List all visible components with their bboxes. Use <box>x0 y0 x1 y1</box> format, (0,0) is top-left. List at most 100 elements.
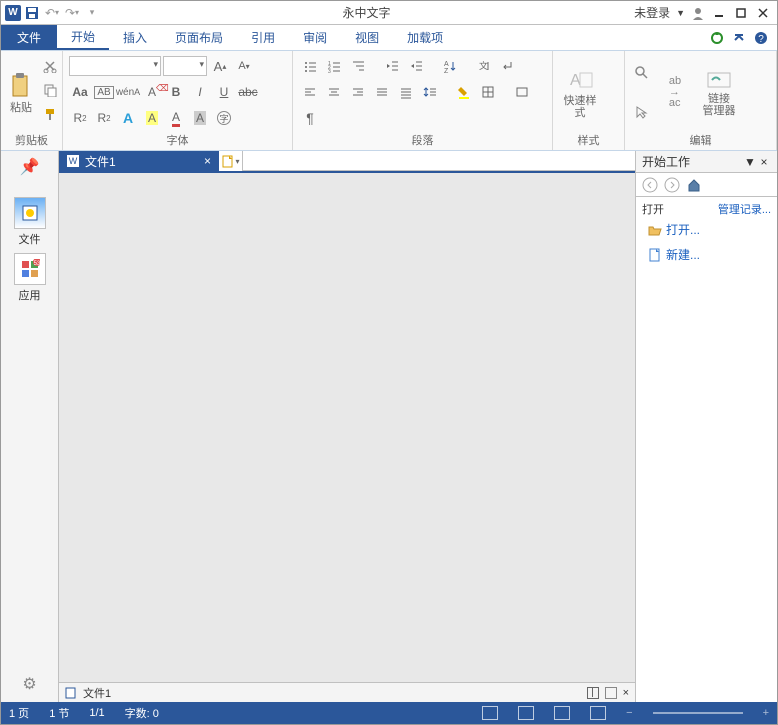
status-page[interactable]: 1 页 <box>9 705 29 721</box>
app-icon[interactable]: W <box>5 5 21 21</box>
font-color-button[interactable]: A <box>165 107 187 129</box>
numbering-button[interactable]: 123 <box>323 55 345 77</box>
new-file-link[interactable]: 新建... <box>642 242 771 267</box>
align-right-button[interactable] <box>347 81 369 103</box>
bottom-doc-label[interactable]: 文件1 <box>83 685 111 701</box>
file-menu[interactable]: 文件 <box>1 25 57 50</box>
find-button[interactable] <box>631 62 653 84</box>
undo-button[interactable]: ↶▾ <box>43 4 61 22</box>
status-pagepos[interactable]: 1/1 <box>89 707 104 719</box>
line-spacing-button[interactable] <box>419 81 441 103</box>
clear-format-button[interactable]: A⌫ <box>141 81 163 103</box>
taskpane-dropdown-icon[interactable]: ▼ <box>743 155 757 169</box>
show-marks-button[interactable]: ¶ <box>299 107 321 129</box>
settings-icon[interactable]: ⚙ <box>22 674 36 694</box>
login-dropdown-icon[interactable]: ▼ <box>676 8 685 18</box>
cut-button[interactable] <box>39 55 61 77</box>
nav-back-icon[interactable] <box>642 177 658 193</box>
change-case-button[interactable]: Aa <box>69 81 91 103</box>
subscript-button[interactable]: R2 <box>69 107 91 129</box>
quick-styles-button[interactable]: A 快速样式 <box>559 55 601 130</box>
help-icon[interactable]: ? <box>753 30 769 46</box>
tabs-button[interactable] <box>511 81 533 103</box>
qat-customize[interactable]: ▾ <box>83 4 101 22</box>
nav-forward-icon[interactable] <box>664 177 680 193</box>
close-tab-icon[interactable]: × <box>204 154 211 168</box>
font-size-combo[interactable] <box>163 56 207 76</box>
line-break-button[interactable] <box>497 55 519 77</box>
char-shading-button[interactable]: A <box>189 107 211 129</box>
view-read-icon[interactable] <box>518 706 534 720</box>
nav-home-icon[interactable] <box>686 177 702 193</box>
phonetic-guide-button[interactable]: wénA <box>117 81 139 103</box>
highlight-button[interactable]: A <box>141 107 163 129</box>
replace-button[interactable]: ab→ac <box>657 55 693 130</box>
tab-view[interactable]: 视图 <box>341 25 393 50</box>
zoom-in-icon[interactable]: + <box>763 707 769 719</box>
text-direction-button[interactable]: 文 <box>473 55 495 77</box>
document-tab-active[interactable]: W 文件1 × <box>59 151 219 171</box>
strikethrough-button[interactable]: abc <box>237 81 259 103</box>
view-web-icon[interactable] <box>554 706 570 720</box>
address-bar[interactable] <box>243 151 635 171</box>
redo-button[interactable]: ↷▾ <box>63 4 81 22</box>
paste-button[interactable]: 粘贴 <box>7 55 35 130</box>
login-status[interactable]: 未登录 <box>634 4 670 21</box>
window-close-icon[interactable]: × <box>623 687 629 699</box>
save-button[interactable] <box>23 4 41 22</box>
align-distributed-button[interactable] <box>395 81 417 103</box>
zoom-slider[interactable] <box>653 712 743 714</box>
tab-home[interactable]: 开始 <box>57 25 109 50</box>
view-print-layout-icon[interactable] <box>482 706 498 720</box>
pin-icon[interactable]: 📌 <box>20 157 40 177</box>
superscript-button[interactable]: R2 <box>93 107 115 129</box>
manage-records-link[interactable]: 管理记录... <box>718 201 771 217</box>
tab-insert[interactable]: 插入 <box>109 25 161 50</box>
user-icon[interactable] <box>691 6 705 20</box>
taskpane-close-icon[interactable]: × <box>757 155 771 169</box>
new-document-button[interactable]: ▾ <box>219 151 243 171</box>
zoom-out-icon[interactable]: − <box>626 707 632 719</box>
format-painter-button[interactable] <box>39 103 61 125</box>
underline-button[interactable]: U <box>213 81 235 103</box>
window-max-icon[interactable] <box>605 687 617 699</box>
multilevel-list-button[interactable] <box>347 55 369 77</box>
align-center-button[interactable] <box>323 81 345 103</box>
align-justify-button[interactable] <box>371 81 393 103</box>
tab-review[interactable]: 审阅 <box>289 25 341 50</box>
status-section[interactable]: 1 节 <box>49 705 69 721</box>
increase-indent-button[interactable] <box>405 55 427 77</box>
italic-button[interactable]: I <box>189 81 211 103</box>
shrink-font-button[interactable]: A▾ <box>233 55 255 77</box>
maximize-button[interactable] <box>733 5 749 21</box>
window-split-icon[interactable] <box>587 687 599 699</box>
sidebar-item-apps[interactable]: 53 应用 <box>14 253 46 303</box>
sync-icon[interactable] <box>709 30 725 46</box>
font-family-combo[interactable] <box>69 56 161 76</box>
copy-button[interactable] <box>39 79 61 101</box>
open-file-link[interactable]: 打开... <box>642 217 771 242</box>
text-effects-button[interactable]: A <box>117 107 139 129</box>
tab-layout[interactable]: 页面布局 <box>161 25 237 50</box>
close-button[interactable] <box>755 5 771 21</box>
shading-button[interactable] <box>453 81 475 103</box>
borders-button[interactable] <box>477 81 499 103</box>
char-border-button[interactable]: AB <box>93 81 115 103</box>
document-canvas[interactable] <box>59 173 635 682</box>
sort-button[interactable]: AZ <box>439 55 461 77</box>
decrease-indent-button[interactable] <box>381 55 403 77</box>
align-left-button[interactable] <box>299 81 321 103</box>
bullets-button[interactable] <box>299 55 321 77</box>
collapse-ribbon-icon[interactable] <box>731 30 747 46</box>
select-button[interactable] <box>631 101 653 123</box>
status-words[interactable]: 字数: 0 <box>125 705 159 721</box>
tab-references[interactable]: 引用 <box>237 25 289 50</box>
svg-text:文: 文 <box>479 60 488 71</box>
minimize-button[interactable] <box>711 5 727 21</box>
link-manager-button[interactable]: 链接 管理器 <box>697 55 741 130</box>
grow-font-button[interactable]: A▴ <box>209 55 231 77</box>
sidebar-item-files[interactable]: 文件 <box>14 197 46 247</box>
enclose-char-button[interactable]: 字 <box>213 107 235 129</box>
view-outline-icon[interactable] <box>590 706 606 720</box>
tab-addins[interactable]: 加载项 <box>393 25 457 50</box>
